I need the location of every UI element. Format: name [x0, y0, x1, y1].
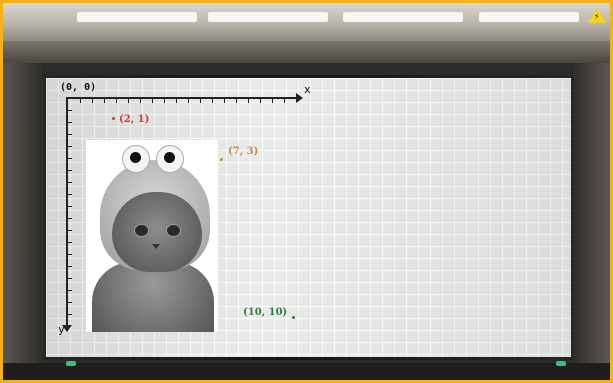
x-axis-tick	[140, 99, 141, 103]
machine-top-panel	[3, 3, 610, 41]
point-marker	[292, 316, 295, 319]
cat-body	[92, 262, 214, 332]
x-axis-tick	[188, 99, 189, 103]
bottom-strip	[3, 363, 610, 380]
y-axis-tick	[68, 314, 72, 315]
side-panel-left	[3, 63, 43, 380]
indicator-led	[556, 361, 566, 366]
indicator-led	[66, 361, 76, 366]
y-axis-label: y	[58, 323, 65, 336]
y-axis-tick	[68, 254, 72, 255]
y-axis-tick	[68, 302, 72, 303]
x-axis-tick	[236, 99, 237, 103]
gantry-rail	[3, 41, 610, 63]
warning-mark: ⚡	[594, 12, 600, 21]
y-axis-line	[66, 97, 68, 327]
x-axis-tick	[212, 99, 213, 103]
cat-eye	[166, 224, 181, 237]
x-axis-tick	[224, 99, 225, 103]
x-axis-tick	[200, 99, 201, 103]
y-axis-tick	[68, 206, 72, 207]
point-label: (2, 1)	[119, 114, 150, 125]
hat-pupil	[164, 152, 175, 163]
y-axis-tick	[68, 134, 72, 135]
y-axis-tick	[68, 266, 72, 267]
y-axis-tick	[68, 194, 72, 195]
y-axis-tick	[68, 230, 72, 231]
x-axis-tick	[272, 99, 273, 103]
cat-eye	[134, 224, 149, 237]
point-label: (7, 3)	[228, 146, 259, 157]
y-axis-tick	[68, 290, 72, 291]
light-strip	[479, 12, 579, 22]
y-axis-tick	[68, 146, 72, 147]
side-panel-right	[572, 63, 610, 380]
origin-label: (0, 0)	[60, 82, 97, 93]
point-marker	[220, 158, 223, 161]
point-label: (10, 10)	[243, 307, 288, 318]
y-axis-tick	[68, 122, 72, 123]
y-axis-tick	[68, 158, 72, 159]
y-axis-tick	[68, 218, 72, 219]
x-axis-tick	[104, 99, 105, 103]
y-axis-tick	[68, 170, 72, 171]
light-strip	[208, 12, 328, 22]
y-axis-tick	[68, 242, 72, 243]
y-axis-tick	[68, 278, 72, 279]
x-axis-tick	[260, 99, 261, 103]
x-axis-arrow-icon	[296, 93, 303, 103]
x-axis-tick	[284, 99, 285, 103]
x-axis-tick	[248, 99, 249, 103]
cat-nose	[152, 244, 160, 249]
x-axis-line	[66, 97, 298, 99]
x-axis-tick	[176, 99, 177, 103]
x-axis-tick	[164, 99, 165, 103]
point-marker	[112, 117, 115, 120]
light-strip	[343, 12, 463, 22]
hat-pupil	[130, 152, 141, 163]
x-axis-tick	[80, 99, 81, 103]
x-axis-tick	[128, 99, 129, 103]
x-axis-tick	[116, 99, 117, 103]
light-strip	[77, 12, 197, 22]
y-axis-tick	[68, 182, 72, 183]
y-axis-tick	[68, 110, 72, 111]
x-axis-label: x	[304, 83, 311, 96]
cat-face	[112, 192, 202, 272]
x-axis-tick	[152, 99, 153, 103]
x-axis-tick	[92, 99, 93, 103]
